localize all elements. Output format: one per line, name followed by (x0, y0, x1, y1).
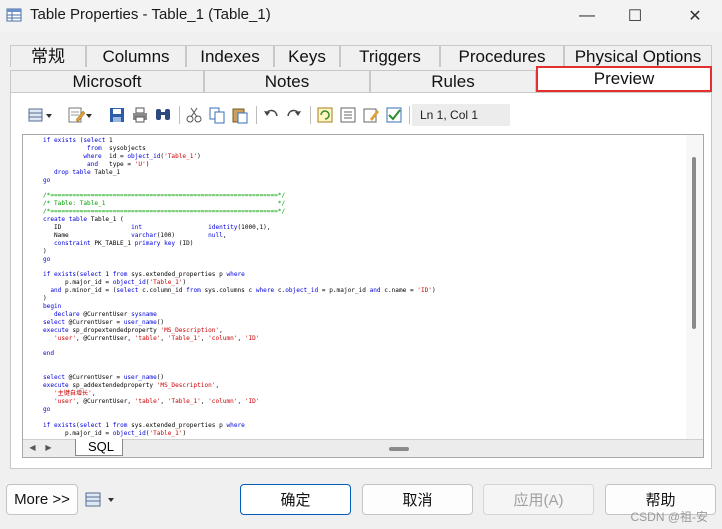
code-line: create table Table_1 ( (43, 216, 124, 224)
toolbar-separator (179, 106, 180, 124)
tab-triggers[interactable]: Triggers (340, 45, 440, 67)
find-icon[interactable] (154, 106, 172, 124)
apply-button[interactable]: 应用(A) (483, 484, 594, 515)
code-line: p.major_id = object_id('Table_1') (43, 279, 187, 287)
tab-columns[interactable]: Columns (86, 45, 186, 67)
paste-icon[interactable] (231, 106, 249, 124)
horizontal-scroll-thumb[interactable] (389, 447, 409, 451)
title-bar: Table Properties - Table_1 (Table_1) — ☐… (0, 0, 722, 32)
code-line: ) (43, 295, 47, 303)
save-icon[interactable] (108, 106, 126, 124)
tab-notes[interactable]: Notes (204, 70, 370, 92)
tab-microsoft[interactable]: Microsoft (10, 70, 204, 92)
maximize-icon: ☐ (627, 8, 643, 25)
tab-procedures[interactable]: Procedures (440, 45, 564, 67)
code-line: /* Table: Table_1 */ (43, 200, 286, 208)
watermark: CSDN @祖-安 (630, 510, 708, 524)
code-line: /*======================================… (43, 208, 286, 216)
editor-bottom-strip: ◀ ▶ SQL (23, 439, 703, 457)
vertical-scrollbar[interactable] (686, 135, 703, 440)
minimize-icon: — (579, 7, 595, 24)
code-line: execute sp_dropextendedproperty 'MS_Desc… (43, 326, 223, 334)
edit-dropdown-icon[interactable] (68, 106, 94, 124)
tab-nav-right-icon[interactable]: ▶ (43, 441, 54, 455)
code-line: ID int identity(1000,1), (43, 223, 271, 231)
code-line: drop table Table_1 (54, 168, 121, 176)
copy-icon[interactable] (208, 106, 226, 124)
code-line: ) (43, 247, 47, 255)
code-line: from sysobjects (87, 144, 146, 152)
tab-keys[interactable]: Keys (274, 45, 340, 67)
tab-general[interactable]: 常规 (10, 45, 86, 67)
close-icon: ✕ (688, 8, 702, 25)
tab-sql[interactable]: SQL (75, 439, 123, 456)
tab-nav-left-icon[interactable]: ◀ (27, 441, 38, 455)
code-line: if exists (select 1 (43, 137, 113, 144)
toolbar-separator (310, 106, 311, 124)
code-line: select @CurrentUser = user_name() (43, 318, 165, 326)
tab-row-2: Microsoft Notes Rules Preview (10, 66, 712, 94)
maximize-button[interactable]: ☐ (612, 0, 658, 32)
window-title: Table Properties - Table_1 (Table_1) (30, 6, 271, 23)
more-button[interactable]: More >> (6, 484, 78, 515)
cancel-button[interactable]: 取消 (362, 484, 473, 515)
close-button[interactable]: ✕ (672, 0, 718, 32)
code-line: go (43, 405, 51, 413)
refresh-icon[interactable] (316, 106, 334, 124)
toolbar-separator (256, 106, 257, 124)
checklist-icon[interactable] (385, 106, 403, 124)
code-line: begin (43, 303, 62, 311)
tab-preview[interactable]: Preview (536, 66, 712, 92)
list-icon[interactable] (339, 106, 357, 124)
code-line: declare @CurrentUser sysname (54, 310, 157, 318)
code-line: go (43, 255, 51, 263)
code-line: end (43, 350, 55, 358)
tab-rules[interactable]: Rules (370, 70, 536, 92)
ok-button[interactable]: 确定 (240, 484, 351, 515)
redo-icon[interactable] (285, 106, 303, 124)
code-line: and type = 'U') (87, 160, 150, 168)
sql-editor[interactable]: if exists (select 1 from sysobjects wher… (22, 134, 704, 458)
code-line: and p.minor_id = (select c.column_id fro… (50, 287, 436, 295)
code-line: if exists(select 1 from sys.extended_pro… (43, 421, 245, 429)
database-dropdown-icon[interactable] (28, 106, 54, 124)
cut-icon[interactable] (185, 106, 203, 124)
minimize-button[interactable]: — (564, 0, 610, 32)
cursor-position: Ln 1, Col 1 (412, 104, 510, 126)
table-options-icon[interactable] (84, 491, 120, 509)
toolbar-separator (409, 106, 410, 124)
code-line: go (43, 176, 51, 184)
code-line: constraint PK_TABLE_1 primary key (ID) (54, 239, 194, 247)
tab-physical-options[interactable]: Physical Options (564, 45, 712, 67)
code-line: /*======================================… (43, 192, 286, 200)
sql-code[interactable]: if exists (select 1 from sysobjects wher… (43, 137, 683, 437)
tab-indexes[interactable]: Indexes (186, 45, 274, 67)
code-line: p.major_id = object_id('Table_1') (43, 429, 187, 437)
table-app-icon (6, 8, 22, 22)
code-line: execute sp_addextendedproperty 'MS_Descr… (43, 382, 220, 390)
code-line: if exists(select 1 from sys.extended_pro… (43, 271, 245, 279)
code-line: 'user', @CurrentUser, 'table', 'Table_1'… (54, 397, 260, 405)
code-line: 'user', @CurrentUser, 'table', 'Table_1'… (54, 334, 260, 342)
code-line: where id = object_id('Table_1') (83, 152, 201, 160)
undo-icon[interactable] (262, 106, 280, 124)
code-line: select @CurrentUser = user_name() (43, 374, 165, 382)
print-icon[interactable] (131, 106, 149, 124)
notepad-icon[interactable] (362, 106, 380, 124)
code-line: Name varchar(100) null, (43, 231, 227, 239)
code-line: '主键自增长', (54, 390, 96, 397)
vertical-scroll-thumb[interactable] (692, 157, 696, 329)
